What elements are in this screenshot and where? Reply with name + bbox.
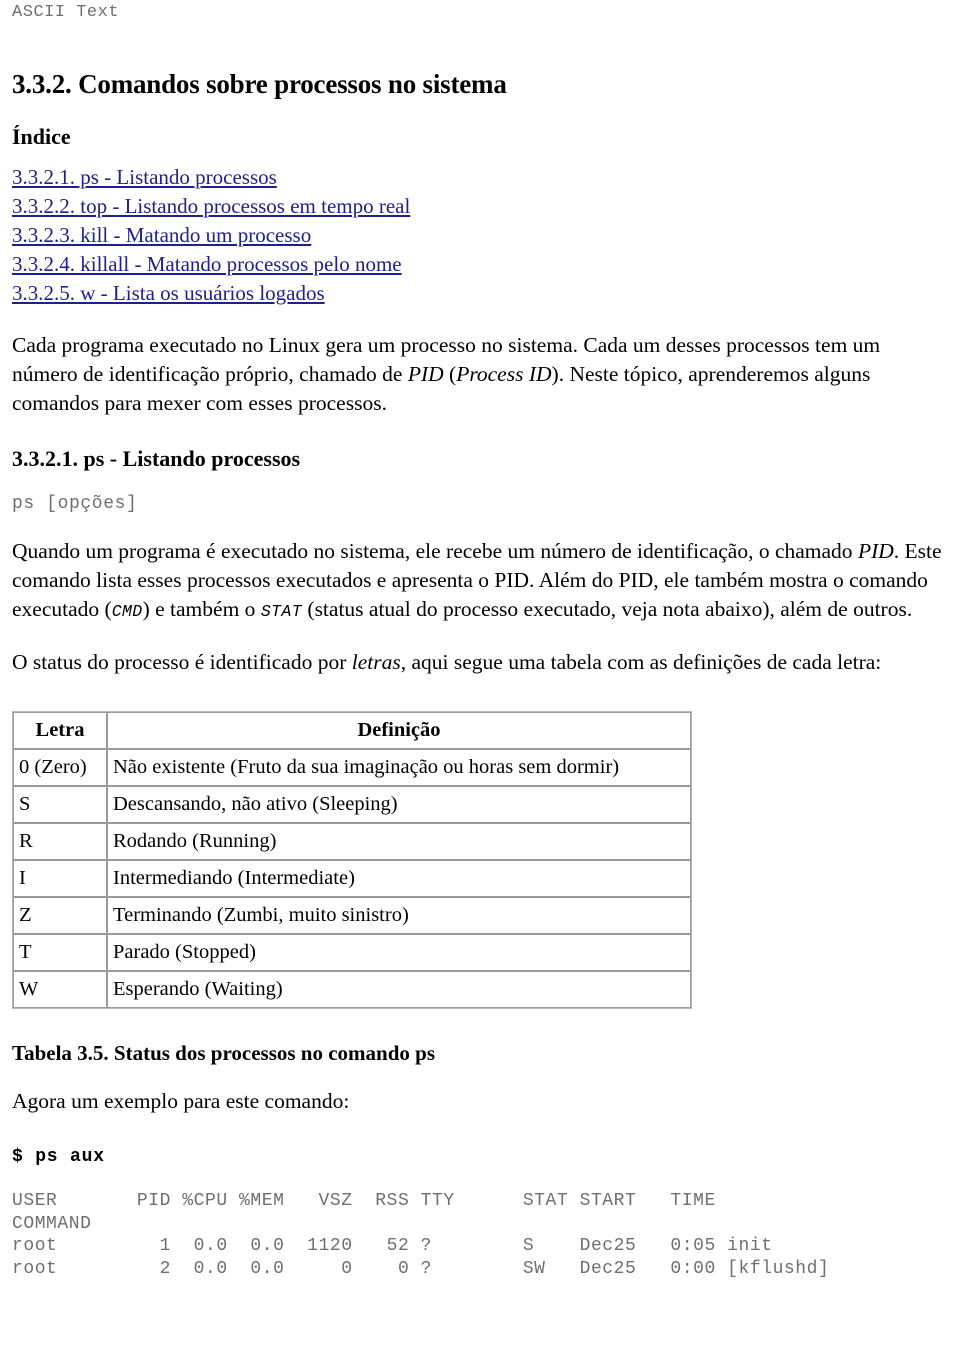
cell-letra: Z bbox=[13, 897, 107, 935]
cell-letra: 0 (Zero) bbox=[13, 749, 107, 787]
running-header: ASCII Text bbox=[12, 3, 120, 22]
list-item: 3.3.2.1. ps - Listando processos bbox=[12, 164, 948, 193]
toc-link-kill[interactable]: 3.3.2.3. kill - Matando um processo bbox=[12, 223, 311, 247]
table-row: Z Terminando (Zumbi, muito sinistro) bbox=[13, 897, 691, 935]
status-emphasis-letras: letras bbox=[351, 650, 401, 675]
status-text-2: , aqui segue uma tabela com as definiçõe… bbox=[400, 650, 882, 675]
table-row: 0 (Zero) Não existente (Fruto da sua ima… bbox=[13, 749, 691, 787]
terminal-output: USER PID %CPU %MEM VSZ RSS TTY STAT STAR… bbox=[12, 1191, 830, 1279]
list-item: 3.3.2.5. w - Lista os usuários logados bbox=[12, 280, 948, 309]
table-row: T Parado (Stopped) bbox=[13, 934, 691, 972]
table-row: S Descansando, não ativo (Sleeping) bbox=[13, 786, 691, 824]
toc-link-w[interactable]: 3.3.2.5. w - Lista os usuários logados bbox=[12, 281, 325, 305]
toc-link-ps[interactable]: 3.3.2.1. ps - Listando processos bbox=[12, 165, 277, 189]
cell-definicao: Descansando, não ativo (Sleeping) bbox=[107, 786, 691, 824]
code-stat: STAT bbox=[260, 602, 303, 622]
ps-text-3: ) e também o bbox=[142, 597, 261, 622]
list-item: 3.3.2.2. top - Listando processos em tem… bbox=[12, 193, 948, 222]
table-body: 0 (Zero) Não existente (Fruto da sua ima… bbox=[13, 749, 691, 1009]
example-lead-paragraph: Agora um exemplo para este comando: bbox=[12, 1089, 350, 1114]
intro-paragraph: Cada programa executado no Linux gera um… bbox=[12, 331, 948, 418]
list-item: 3.3.2.3. kill - Matando um processo bbox=[12, 222, 948, 251]
intro-emphasis-processid: Process ID bbox=[456, 361, 552, 386]
list-item: 3.3.2.4. killall - Matando processos pel… bbox=[12, 251, 948, 280]
table-row: R Rodando (Running) bbox=[13, 823, 691, 861]
cell-letra: S bbox=[13, 786, 107, 824]
cell-definicao: Terminando (Zumbi, muito sinistro) bbox=[107, 897, 691, 935]
ps-emphasis-pid: PID bbox=[857, 539, 894, 564]
example-command: $ ps aux bbox=[12, 1147, 105, 1168]
page-title: 3.3.2. Comandos sobre processos no siste… bbox=[12, 69, 507, 100]
code-cmd: CMD bbox=[111, 602, 143, 622]
cell-definicao: Parado (Stopped) bbox=[107, 934, 691, 972]
column-header-letra: Letra bbox=[13, 712, 107, 750]
cell-definicao: Intermediando (Intermediate) bbox=[107, 860, 691, 898]
intro-text-2: ( bbox=[443, 361, 457, 386]
index-heading: Índice bbox=[12, 124, 71, 150]
cell-definicao: Rodando (Running) bbox=[107, 823, 691, 861]
cell-definicao: Esperando (Waiting) bbox=[107, 971, 691, 1009]
subsection-heading-ps: 3.3.2.1. ps - Listando processos bbox=[12, 445, 301, 471]
table-of-contents: 3.3.2.1. ps - Listando processos 3.3.2.2… bbox=[12, 164, 948, 309]
table-row: I Intermediando (Intermediate) bbox=[13, 860, 691, 898]
table-header-row: Letra Definição bbox=[13, 712, 691, 750]
toc-link-top[interactable]: 3.3.2.2. top - Listando processos em tem… bbox=[12, 194, 410, 218]
status-text-1: O status do processo é identificado por bbox=[12, 650, 352, 675]
ps-description-paragraph: Quando um programa é executado no sistem… bbox=[12, 537, 947, 626]
column-header-definicao: Definição bbox=[107, 712, 691, 750]
ps-text-4: (status atual do processo executado, vej… bbox=[302, 597, 913, 622]
command-synopsis: ps [opções] bbox=[12, 494, 138, 515]
cell-definicao: Não existente (Fruto da sua imaginação o… bbox=[107, 749, 691, 787]
cell-letra: R bbox=[13, 823, 107, 861]
process-status-table: Letra Definição 0 (Zero) Não existente (… bbox=[12, 711, 692, 1010]
status-intro-paragraph: O status do processo é identificado por … bbox=[12, 648, 948, 677]
ps-text-1: Quando um programa é executado no sistem… bbox=[12, 539, 858, 564]
toc-link-killall[interactable]: 3.3.2.4. killall - Matando processos pel… bbox=[12, 252, 402, 276]
table-header: Letra Definição bbox=[13, 712, 691, 750]
table-caption: Tabela 3.5. Status dos processos no coma… bbox=[12, 1041, 436, 1066]
intro-emphasis-pid: PID bbox=[407, 361, 444, 386]
table-row: W Esperando (Waiting) bbox=[13, 971, 691, 1009]
cell-letra: W bbox=[13, 971, 107, 1009]
cell-letra: I bbox=[13, 860, 107, 898]
cell-letra: T bbox=[13, 934, 107, 972]
document-page: ASCII Text 3.3.2. Comandos sobre process… bbox=[0, 0, 960, 1354]
